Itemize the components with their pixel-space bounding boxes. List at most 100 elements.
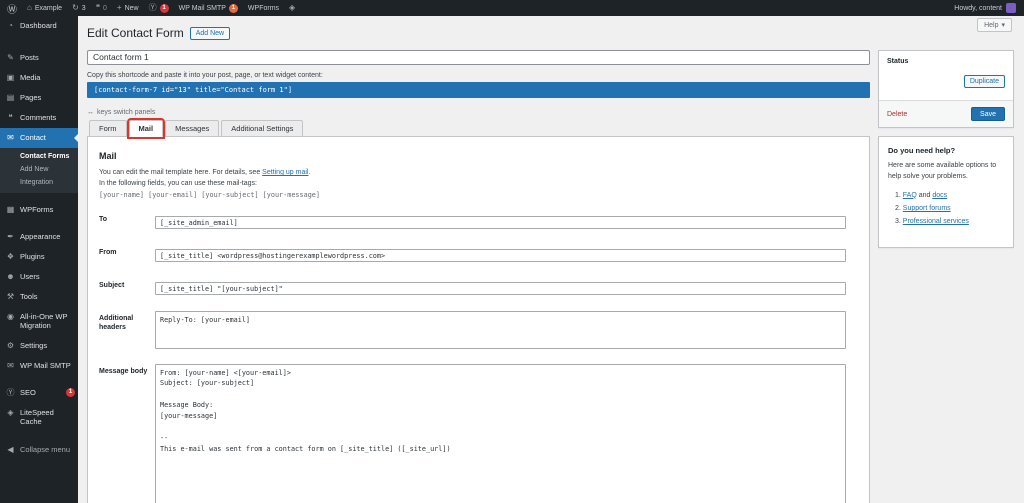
sidebar-item-posts[interactable]: ✎ Posts — [0, 48, 78, 68]
collapse-arrow-icon: ◀ — [7, 444, 14, 454]
help-box-list: 1. FAQ and docs 2. Support forums 3. Pro… — [879, 183, 1013, 247]
sidebar-item-litespeed-cache[interactable]: ◈ LiteSpeed Cache — [0, 403, 78, 432]
sidebar-item-dashboard[interactable]: ◔ Dashboard — [0, 16, 78, 36]
wpforms-menu[interactable]: WPForms — [248, 5, 279, 12]
comments-icon: ❝ — [8, 113, 13, 122]
submenu-item-contact-forms[interactable]: Contact Forms — [0, 150, 78, 163]
site-name-menu[interactable]: ⌂ Example — [27, 4, 62, 12]
envelope-icon: ✉ — [7, 133, 14, 142]
submenu-item-integration[interactable]: Integration — [0, 176, 78, 189]
sidebar-item-wpforms[interactable]: ▦ WPForms — [0, 200, 78, 220]
mail-smtp-icon: ✉ — [7, 360, 14, 370]
mail-intro-text: You can edit the mail template here. For… — [99, 169, 263, 176]
sidebar-item-settings[interactable]: ⚙ Settings — [0, 336, 78, 356]
wpforms-label: WPForms — [247, 4, 280, 12]
new-content-menu[interactable]: + New — [117, 4, 139, 12]
appearance-icon: ✒ — [7, 232, 14, 241]
litespeed-diamond-icon: ◈ — [289, 3, 296, 12]
seo-admin-bar-menu[interactable]: Ⓨ 1 — [149, 3, 169, 13]
chevron-down-icon: ▾ — [1001, 22, 1005, 29]
shortcode-field[interactable]: [contact-form-7 id="13" title="Contact f… — [87, 82, 870, 98]
migration-icon: ◉ — [7, 312, 14, 321]
save-button[interactable]: Save — [971, 107, 1005, 121]
dashboard-icon: ◔ — [8, 21, 13, 30]
seo-icon: Ⓨ — [6, 387, 15, 397]
tab-form[interactable]: Form — [89, 120, 127, 137]
litespeed-menu[interactable]: ◈ — [289, 4, 295, 12]
mail-panel-heading: Mail — [99, 151, 117, 161]
sidebar-item-users[interactable]: ☻ Users — [0, 267, 78, 287]
sidebar-item-tools[interactable]: ⚒ Tools — [0, 287, 78, 307]
sidebar-item-seo[interactable]: Ⓨ SEO 1 — [0, 383, 78, 403]
submenu-item-add-new[interactable]: Add New — [0, 163, 78, 176]
sidebar-item-pages[interactable]: ▤ Pages — [0, 88, 78, 108]
sidebar-item-collapse-menu[interactable]: ◀ Collapse menu — [0, 440, 78, 460]
pages-icon: ▤ — [6, 93, 15, 102]
subject-field-input[interactable] — [155, 282, 846, 296]
litespeed-icon: ◈ — [7, 407, 14, 417]
help-box: Do you need help? Here are some availabl… — [878, 136, 1014, 248]
tab-mail[interactable]: Mail — [128, 120, 164, 137]
wp-mail-smtp-menu[interactable]: WP Mail SMTP 1 — [179, 3, 238, 13]
wp-mail-smtp-badge: 1 — [228, 3, 238, 13]
howdy-label: Howdy, content — [954, 4, 1002, 12]
admin-sidebar: ◔ Dashboard ✎ Posts ▣ Media ▤ Pages ❝ Co… — [0, 16, 78, 503]
media-icon: ▣ — [6, 73, 15, 82]
sidebar-separator — [0, 193, 78, 200]
help-box-title: Do you need help? — [888, 146, 956, 155]
tab-additional-settings[interactable]: Additional Settings — [221, 120, 304, 137]
contact-submenu: Contact Forms Add New Integration — [0, 148, 78, 193]
sidebar-item-contact[interactable]: ✉ Contact — [0, 128, 78, 148]
comments-menu[interactable]: ❝ 0 — [96, 4, 107, 12]
posts-icon: ✎ — [7, 53, 14, 62]
updates-icon: ↻ — [72, 3, 79, 12]
site-name-label: Example — [34, 4, 63, 12]
admin-bar: Ⓦ ⌂ Example ↻ 3 ❝ 0 + New Ⓨ 1 WP Mail SM… — [0, 0, 1024, 16]
wordpress-admin-screen: Ⓦ ⌂ Example ↻ 3 ❝ 0 + New Ⓨ 1 WP Mail SM… — [0, 0, 1024, 503]
howdy-account-menu[interactable]: Howdy, content — [954, 5, 1002, 12]
sidebar-item-all-in-one-wp-migration[interactable]: ◉ All-in-One WP Migration — [0, 307, 78, 336]
help-list-item: 1. FAQ and docs — [895, 191, 948, 199]
sidebar-separator — [0, 376, 78, 383]
sidebar-item-wp-mail-smtp[interactable]: ✉ WP Mail SMTP — [0, 356, 78, 376]
form-title-input[interactable] — [87, 49, 870, 65]
additional-headers-textarea[interactable]: Reply-To: [your-email] — [155, 310, 846, 349]
plus-icon: + — [116, 3, 122, 12]
docs-link[interactable]: docs — [932, 192, 947, 199]
setting-up-mail-link[interactable]: Setting up mail — [262, 169, 308, 176]
help-dropdown-button[interactable]: Help ▾ — [977, 18, 1012, 32]
seo-badge: 1 — [66, 387, 75, 397]
faq-link[interactable]: FAQ — [903, 192, 917, 199]
plugins-icon: ❖ — [6, 252, 15, 261]
help-box-intro: Here are some available options to help … — [888, 162, 997, 180]
message-body-label: Message body — [99, 367, 148, 375]
wordpress-logo-menu[interactable]: Ⓦ — [7, 1, 17, 16]
editor-sidebar: Status Duplicate Delete Save Do you need… — [878, 47, 1014, 256]
sidebar-item-plugins[interactable]: ❖ Plugins — [0, 247, 78, 267]
subject-field-label: Subject — [99, 281, 125, 289]
available-mail-tags: [your-name] [your-email] [your-subject] … — [99, 190, 320, 199]
sidebar-item-comments[interactable]: ❝ Comments — [0, 108, 78, 128]
message-body-textarea[interactable]: From: [your-name] <[your-email]> Subject… — [155, 363, 846, 503]
seo-notification-badge: 1 — [159, 3, 169, 13]
tab-messages[interactable]: Messages — [165, 120, 220, 137]
from-field-input[interactable] — [155, 249, 846, 263]
mail-tags-hint: In the following fields, you can use the… — [99, 179, 257, 187]
sidebar-item-appearance[interactable]: ✒ Appearance — [0, 227, 78, 247]
duplicate-button[interactable]: Duplicate — [963, 75, 1005, 88]
professional-services-link[interactable]: Professional services — [903, 218, 969, 225]
help-label: Help — [984, 21, 999, 29]
user-avatar[interactable] — [1006, 3, 1016, 13]
add-new-button[interactable]: Add New — [189, 26, 231, 40]
to-field-input[interactable] — [155, 216, 846, 230]
page-title: Edit Contact Form — [87, 26, 184, 40]
updates-menu[interactable]: ↻ 3 — [72, 4, 86, 12]
support-forums-link[interactable]: Support forums — [903, 205, 951, 212]
updates-count: 3 — [81, 4, 86, 12]
wordpress-logo-icon: Ⓦ — [7, 4, 17, 16]
from-field-label: From — [99, 248, 117, 256]
home-icon: ⌂ — [27, 3, 32, 12]
sidebar-item-media[interactable]: ▣ Media — [0, 68, 78, 88]
editor-tabs: Form Mail Messages Additional Settings — [87, 120, 870, 137]
delete-link[interactable]: Delete — [887, 111, 907, 118]
